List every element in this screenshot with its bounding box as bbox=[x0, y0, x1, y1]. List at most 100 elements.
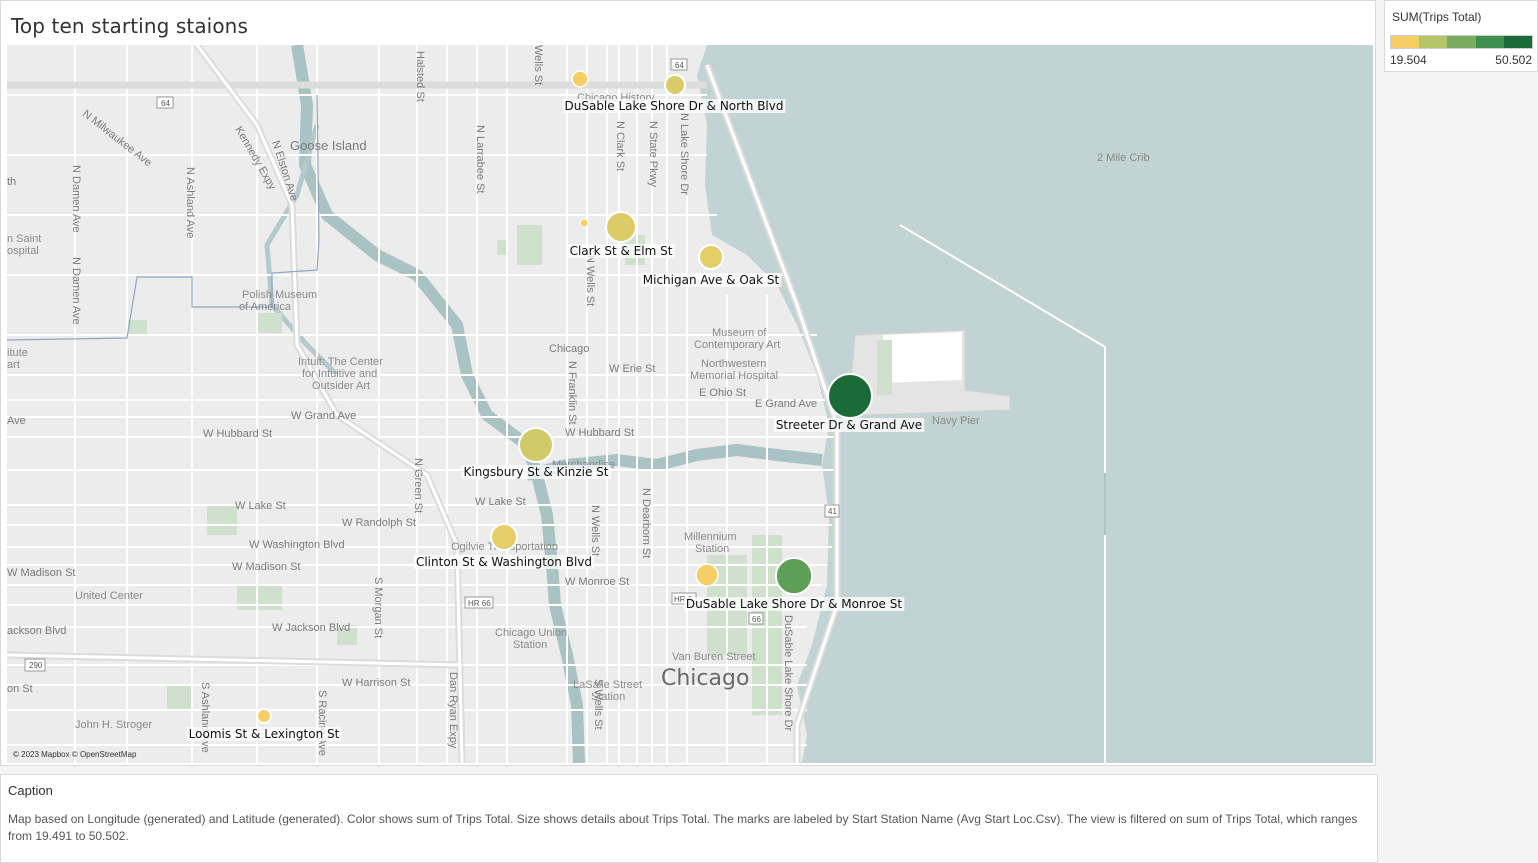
svg-text:W Grand Ave: W Grand Ave bbox=[291, 410, 356, 422]
minor-station-mark[interactable] bbox=[579, 218, 589, 228]
svg-text:N Larrabee St: N Larrabee St bbox=[474, 125, 486, 193]
caption-panel: Caption Map based on Longitude (generate… bbox=[0, 774, 1378, 863]
worksheet-title: Top ten starting staions bbox=[11, 14, 248, 38]
map-view[interactable]: 64 64 41 HR 66 HR 6 66 290 N Milwaukee A… bbox=[7, 45, 1373, 763]
legend-ramp-step bbox=[1503, 36, 1533, 48]
svg-text:of America: of America bbox=[239, 301, 292, 313]
legend-max-value: 50.502 bbox=[1495, 53, 1532, 67]
svg-text:W Madison St: W Madison St bbox=[232, 561, 300, 573]
svg-text:itute: itute bbox=[7, 347, 28, 359]
svg-text:Dan Ryan Expy: Dan Ryan Expy bbox=[447, 672, 459, 749]
svg-text:N Franklin St: N Franklin St bbox=[566, 361, 578, 425]
station-label: Clark St & Elm St bbox=[570, 244, 673, 258]
svg-text:DuSable Lake Shore Dr: DuSable Lake Shore Dr bbox=[782, 615, 794, 732]
svg-text:Station: Station bbox=[513, 639, 547, 651]
svg-text:Memorial Hospital: Memorial Hospital bbox=[690, 370, 778, 382]
svg-text:N Lake Shore Dr: N Lake Shore Dr bbox=[678, 113, 690, 195]
svg-text:W Madison St: W Madison St bbox=[7, 567, 75, 579]
svg-text:290: 290 bbox=[29, 661, 43, 670]
svg-text:N Dearborn St: N Dearborn St bbox=[640, 488, 652, 558]
svg-text:W Harrison St: W Harrison St bbox=[342, 677, 410, 689]
svg-text:Station: Station bbox=[695, 543, 729, 555]
svg-text:Wells St: Wells St bbox=[532, 45, 544, 85]
svg-text:N Wells St: N Wells St bbox=[584, 255, 596, 306]
svg-text:N Wells St: N Wells St bbox=[589, 505, 601, 556]
svg-text:Chicago: Chicago bbox=[549, 343, 589, 355]
svg-text:n Saint: n Saint bbox=[7, 233, 41, 245]
station-label: DuSable Lake Shore Dr & Monroe St bbox=[686, 597, 902, 611]
legend-ramp-step bbox=[1419, 36, 1448, 48]
svg-text:Ave: Ave bbox=[7, 415, 26, 427]
svg-text:N Clark St: N Clark St bbox=[614, 121, 626, 171]
svg-text:W Hubbard St: W Hubbard St bbox=[203, 428, 272, 440]
station-mark[interactable] bbox=[605, 211, 637, 243]
svg-text:ospital: ospital bbox=[7, 245, 39, 257]
station-mark[interactable] bbox=[827, 373, 873, 419]
svg-text:W Lake St: W Lake St bbox=[235, 500, 286, 512]
svg-text:ackson Blvd: ackson Blvd bbox=[7, 625, 66, 637]
legend-ramp-step bbox=[1447, 36, 1476, 48]
svg-text:Halsted St: Halsted St bbox=[414, 51, 426, 102]
svg-text:W Washington Blvd: W Washington Blvd bbox=[249, 539, 345, 551]
svg-text:N State Pkwy: N State Pkwy bbox=[647, 121, 659, 188]
svg-text:66: 66 bbox=[752, 615, 761, 624]
station-mark[interactable] bbox=[256, 708, 272, 724]
svg-text:N Ashland Ave: N Ashland Ave bbox=[184, 167, 196, 238]
station-label: Michigan Ave & Oak St bbox=[643, 273, 780, 287]
svg-text:N Damen Ave: N Damen Ave bbox=[70, 257, 82, 325]
svg-text:S Racine Ave: S Racine Ave bbox=[316, 690, 328, 756]
legend-color-ramp bbox=[1390, 35, 1533, 49]
svg-text:E Ohio St: E Ohio St bbox=[699, 387, 746, 399]
worksheet-panel: Top ten starting staions 64 64 41 HR 66 … bbox=[0, 0, 1376, 766]
svg-text:Northwestern: Northwestern bbox=[701, 358, 766, 370]
station-mark[interactable] bbox=[698, 244, 724, 270]
svg-text:W Monroe St: W Monroe St bbox=[565, 576, 629, 588]
station-mark[interactable] bbox=[774, 556, 814, 596]
map-canvas[interactable]: 64 64 41 HR 66 HR 6 66 290 N Milwaukee A… bbox=[7, 45, 1373, 763]
svg-text:S Morgan St: S Morgan St bbox=[372, 577, 384, 638]
svg-text:Museum of: Museum of bbox=[712, 327, 767, 339]
minor-station-mark[interactable] bbox=[571, 70, 589, 88]
color-legend: SUM(Trips Total) 19.504 50.502 bbox=[1384, 0, 1538, 72]
station-mark[interactable] bbox=[518, 427, 554, 463]
station-mark[interactable] bbox=[490, 523, 518, 551]
svg-text:Polish Museum: Polish Museum bbox=[242, 289, 317, 301]
svg-text:41: 41 bbox=[828, 507, 837, 516]
svg-text:Van Buren Street: Van Buren Street bbox=[672, 651, 756, 663]
svg-text:W Lake St: W Lake St bbox=[475, 496, 526, 508]
svg-text:N Damen Ave: N Damen Ave bbox=[70, 165, 82, 233]
svg-text:Chicago Union: Chicago Union bbox=[495, 627, 567, 639]
svg-text:HR 66: HR 66 bbox=[468, 599, 491, 608]
svg-text:64: 64 bbox=[161, 99, 170, 108]
city-label: Chicago bbox=[661, 666, 749, 691]
caption-text: Map based on Longitude (generated) and L… bbox=[8, 812, 1358, 843]
minor-station-mark[interactable] bbox=[695, 563, 719, 587]
svg-text:W Erie St: W Erie St bbox=[609, 363, 655, 375]
svg-text:E Grand Ave: E Grand Ave bbox=[755, 398, 817, 410]
station-label: Loomis St & Lexington St bbox=[189, 727, 340, 741]
svg-text:Contemporary Art: Contemporary Art bbox=[694, 339, 780, 351]
caption-title: Caption bbox=[8, 783, 53, 798]
svg-text:Intuit: The Center: Intuit: The Center bbox=[298, 356, 383, 368]
svg-text:Station: Station bbox=[591, 691, 625, 703]
svg-text:64: 64 bbox=[675, 61, 684, 70]
legend-ramp-step bbox=[1391, 36, 1420, 48]
station-label: Clinton St & Washington Blvd bbox=[416, 555, 592, 569]
svg-text:John H. Stroger: John H. Stroger bbox=[75, 719, 152, 731]
pier-building bbox=[883, 332, 962, 383]
station-label: Streeter Dr & Grand Ave bbox=[776, 418, 922, 432]
svg-text:Millennium: Millennium bbox=[684, 531, 737, 543]
svg-text:W Randolph St: W Randolph St bbox=[342, 517, 416, 529]
svg-text:United Center: United Center bbox=[75, 590, 143, 602]
crib-label: 2 Mile Crib bbox=[1097, 152, 1150, 164]
station-mark[interactable] bbox=[664, 74, 686, 96]
map-attribution[interactable]: © 2023 Mapbox © OpenStreetMap bbox=[13, 750, 136, 759]
svg-text:LaSalle Street: LaSalle Street bbox=[573, 679, 642, 691]
svg-text:Outsider Art: Outsider Art bbox=[312, 380, 370, 392]
svg-text:Navy Pier: Navy Pier bbox=[932, 415, 980, 427]
svg-text:th: th bbox=[7, 176, 16, 188]
svg-text:Goose Island: Goose Island bbox=[290, 138, 367, 153]
legend-min-value: 19.504 bbox=[1390, 53, 1427, 67]
svg-text:W Jackson Blvd: W Jackson Blvd bbox=[272, 622, 350, 634]
svg-text:art: art bbox=[7, 359, 20, 371]
